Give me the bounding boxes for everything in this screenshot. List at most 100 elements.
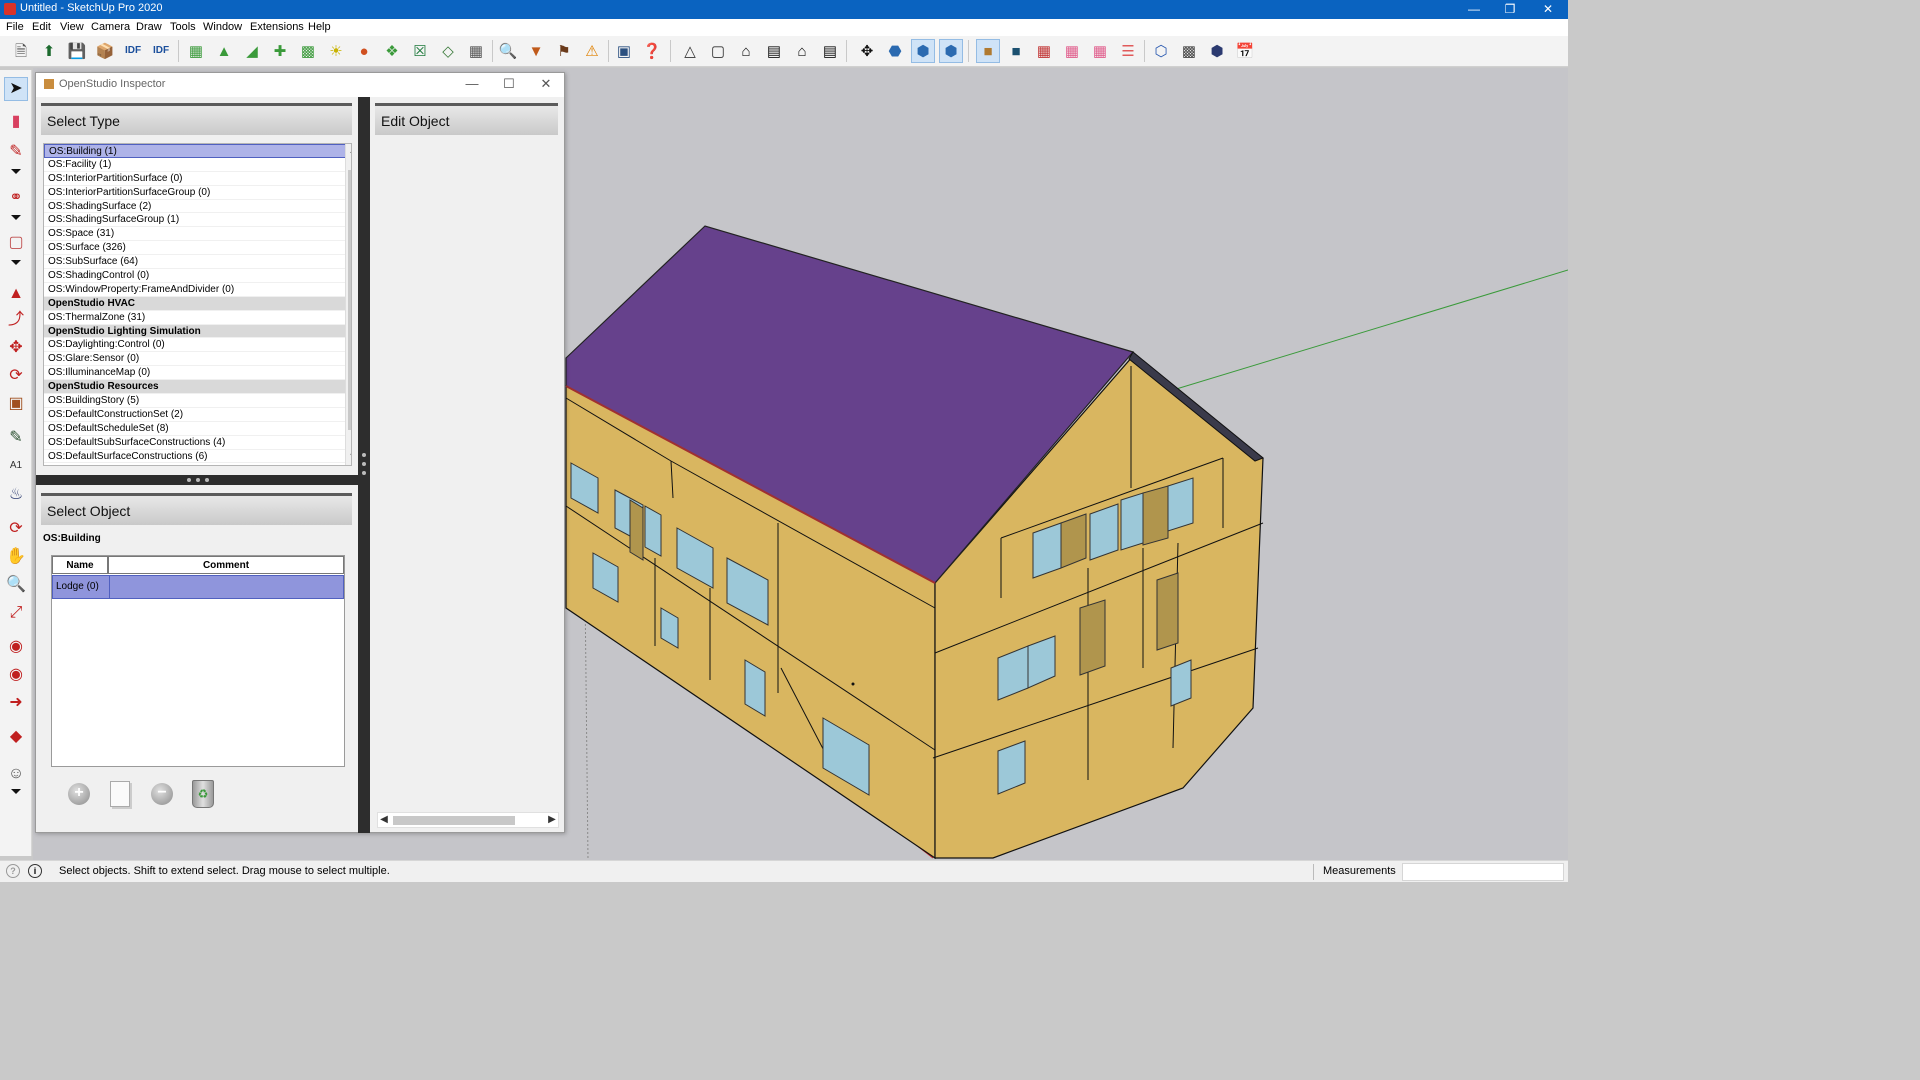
type-list-item[interactable]: OS:DefaultConstructionSet (2) xyxy=(44,408,351,422)
daylighting-icon[interactable]: ✚ xyxy=(268,39,292,63)
front-view-icon[interactable]: ▢ xyxy=(706,39,730,63)
measurements-input[interactable] xyxy=(1402,863,1564,881)
inspector-minimize-button[interactable]: — xyxy=(457,75,487,95)
remove-object-button[interactable]: − xyxy=(147,779,177,809)
grid-icon[interactable]: ▦ xyxy=(464,39,488,63)
menu-edit[interactable]: Edit xyxy=(32,21,51,33)
type-list-item[interactable]: OS:Facility (1) xyxy=(44,158,351,172)
ruby-icon[interactable]: ◆ xyxy=(4,725,28,749)
scroll-thumb[interactable] xyxy=(348,170,351,430)
minimize-button[interactable]: — xyxy=(1456,0,1492,19)
horizontal-scroll-thumb[interactable] xyxy=(393,816,515,825)
move-icon[interactable]: ✥ xyxy=(4,336,28,360)
render-hidden-line-icon[interactable]: ▩ xyxy=(1177,39,1201,63)
vertical-splitter[interactable] xyxy=(358,97,370,833)
copy-object-button[interactable] xyxy=(105,779,135,809)
line-icon[interactable]: ✎ xyxy=(4,140,28,164)
type-list-item[interactable]: OS:ShadingControl (0) xyxy=(44,269,351,283)
close-button[interactable]: ✕ xyxy=(1530,0,1566,19)
type-list-item[interactable]: OS:SubSurface (64) xyxy=(44,255,351,270)
import-icon[interactable]: 📦 xyxy=(93,39,117,63)
export-idf2-icon[interactable]: IDF xyxy=(149,39,173,63)
select-icon[interactable]: ➤ xyxy=(4,77,28,101)
menu-view[interactable]: View xyxy=(60,21,84,33)
search-icon[interactable]: 🔍 xyxy=(496,39,520,63)
shading-icon[interactable]: ▲ xyxy=(212,39,236,63)
maximize-button[interactable]: ❐ xyxy=(1492,0,1528,19)
type-list-item[interactable]: OS:DefaultScheduleSet (8) xyxy=(44,422,351,436)
paint-bucket-icon[interactable]: ♨ xyxy=(4,483,28,507)
type-list-item[interactable]: OS:ThermalZone (31) xyxy=(44,311,351,325)
type-list-item[interactable]: OS:IlluminanceMap (0) xyxy=(44,366,351,381)
glare-sensor-icon[interactable]: ● xyxy=(352,39,376,63)
type-list-item[interactable]: OS:BuildingStory (5) xyxy=(44,394,351,408)
menu-help[interactable]: Help xyxy=(308,21,331,33)
type-list-item[interactable]: OS:ShadingSurface (2) xyxy=(44,200,351,214)
add-object-button[interactable]: + xyxy=(64,779,94,809)
type-list-item[interactable]: OS:Daylighting:Control (0) xyxy=(44,338,351,353)
hide-others-icon[interactable]: ◇ xyxy=(436,39,460,63)
menu-camera[interactable]: Camera xyxy=(91,21,130,33)
rotate-icon[interactable]: ⟳ xyxy=(4,364,28,388)
render-by-data-icon[interactable]: ⬡ xyxy=(1149,39,1173,63)
account-icon[interactable]: ☺ xyxy=(4,762,28,786)
object-table[interactable]: Name Comment Lodge (0) xyxy=(51,555,345,767)
type-list-item[interactable]: OS:DefaultSubSurfaceConstructions (4) xyxy=(44,436,351,450)
eraser-icon[interactable]: ▮ xyxy=(4,110,28,134)
info-icon[interactable]: i xyxy=(28,864,42,878)
type-list-item[interactable]: OS:Glare:Sensor (0) xyxy=(44,352,351,367)
row-comment-cell[interactable] xyxy=(109,576,345,598)
render-monochrome-icon[interactable]: ⬢ xyxy=(1205,39,1229,63)
geo-location-icon[interactable]: ? xyxy=(6,864,20,878)
tape-measure-icon[interactable]: ✎ xyxy=(4,426,28,450)
table-row[interactable]: Lodge (0) xyxy=(52,575,344,599)
top-view-icon[interactable]: △ xyxy=(678,39,702,63)
menu-window[interactable]: Window xyxy=(203,21,242,33)
save-icon[interactable]: 💾 xyxy=(65,39,89,63)
luminaire-icon[interactable]: ☀ xyxy=(324,39,348,63)
filter-icon[interactable]: ▼ xyxy=(524,39,548,63)
scroll-down-icon[interactable]: ▼ xyxy=(346,451,351,461)
arc-dropdown-icon[interactable] xyxy=(11,215,21,220)
wireframe-icon[interactable]: ⬢ xyxy=(911,39,935,63)
zoom-icon[interactable]: 🔍 xyxy=(4,573,28,597)
shaded-icon[interactable]: ⬢ xyxy=(939,39,963,63)
inspector-close-button[interactable]: ✕ xyxy=(531,75,561,95)
scroll-left-icon[interactable]: ◀ xyxy=(378,813,390,827)
render-by-class-icon[interactable]: ■ xyxy=(976,39,1000,63)
open-icon[interactable]: ⬆ xyxy=(37,39,61,63)
text-icon[interactable]: A1 xyxy=(4,454,28,478)
horizontal-splitter[interactable] xyxy=(36,475,358,485)
type-list-item[interactable]: OS:InteriorPartitionSurfaceGroup (0) xyxy=(44,186,351,200)
new-model-icon[interactable]: 🗎 xyxy=(9,39,33,63)
edit-object-scrollbar[interactable]: ◀ ▶ xyxy=(377,812,559,828)
type-list-item[interactable]: OS:Surface (326) xyxy=(44,241,351,256)
type-list[interactable]: OS:Building (1) OS:Facility (1) OS:Interio… xyxy=(43,143,352,466)
send-to-layout-icon[interactable]: ➜ xyxy=(4,691,28,715)
pan-icon[interactable]: ✋ xyxy=(4,545,28,569)
export-idf-icon[interactable]: IDF xyxy=(121,39,145,63)
type-list-scrollbar[interactable]: ▲ ▼ xyxy=(345,144,351,465)
help-icon[interactable]: ❓ xyxy=(640,39,664,63)
zoom-extents-icon[interactable]: ⤢ xyxy=(4,601,28,625)
type-list-item[interactable]: OS:DefaultSurfaceConstructions (6) xyxy=(44,450,351,464)
menu-draw[interactable]: Draw xyxy=(136,21,162,33)
render-by-zone-icon[interactable]: ▦ xyxy=(1088,39,1112,63)
render-by-space-type-icon[interactable]: ▦ xyxy=(1060,39,1084,63)
schedule-icon[interactable]: 📅 xyxy=(1233,39,1257,63)
interior-partition-icon[interactable]: ◢ xyxy=(240,39,264,63)
type-list-item[interactable]: OS:Building (1) xyxy=(44,144,351,158)
arc-icon[interactable]: ⚭ xyxy=(4,186,28,210)
spreadsheet-icon[interactable]: ☒ xyxy=(408,39,432,63)
follow-me-icon[interactable]: ⤴ xyxy=(4,308,28,332)
home-view-icon[interactable]: ⌂ xyxy=(734,39,758,63)
render-by-construction-icon[interactable]: ▦ xyxy=(1032,39,1056,63)
inspector-icon[interactable]: ▣ xyxy=(612,39,636,63)
info-tool-icon[interactable]: ⚑ xyxy=(552,39,576,63)
scroll-right-icon[interactable]: ▶ xyxy=(546,813,558,827)
extension-warehouse-icon[interactable]: ◉ xyxy=(4,663,28,687)
xray-icon[interactable]: ⬣ xyxy=(883,39,907,63)
space-icon[interactable]: ▦ xyxy=(184,39,208,63)
scroll-up-icon[interactable]: ▲ xyxy=(346,145,351,155)
warning-icon[interactable]: ⚠ xyxy=(580,39,604,63)
